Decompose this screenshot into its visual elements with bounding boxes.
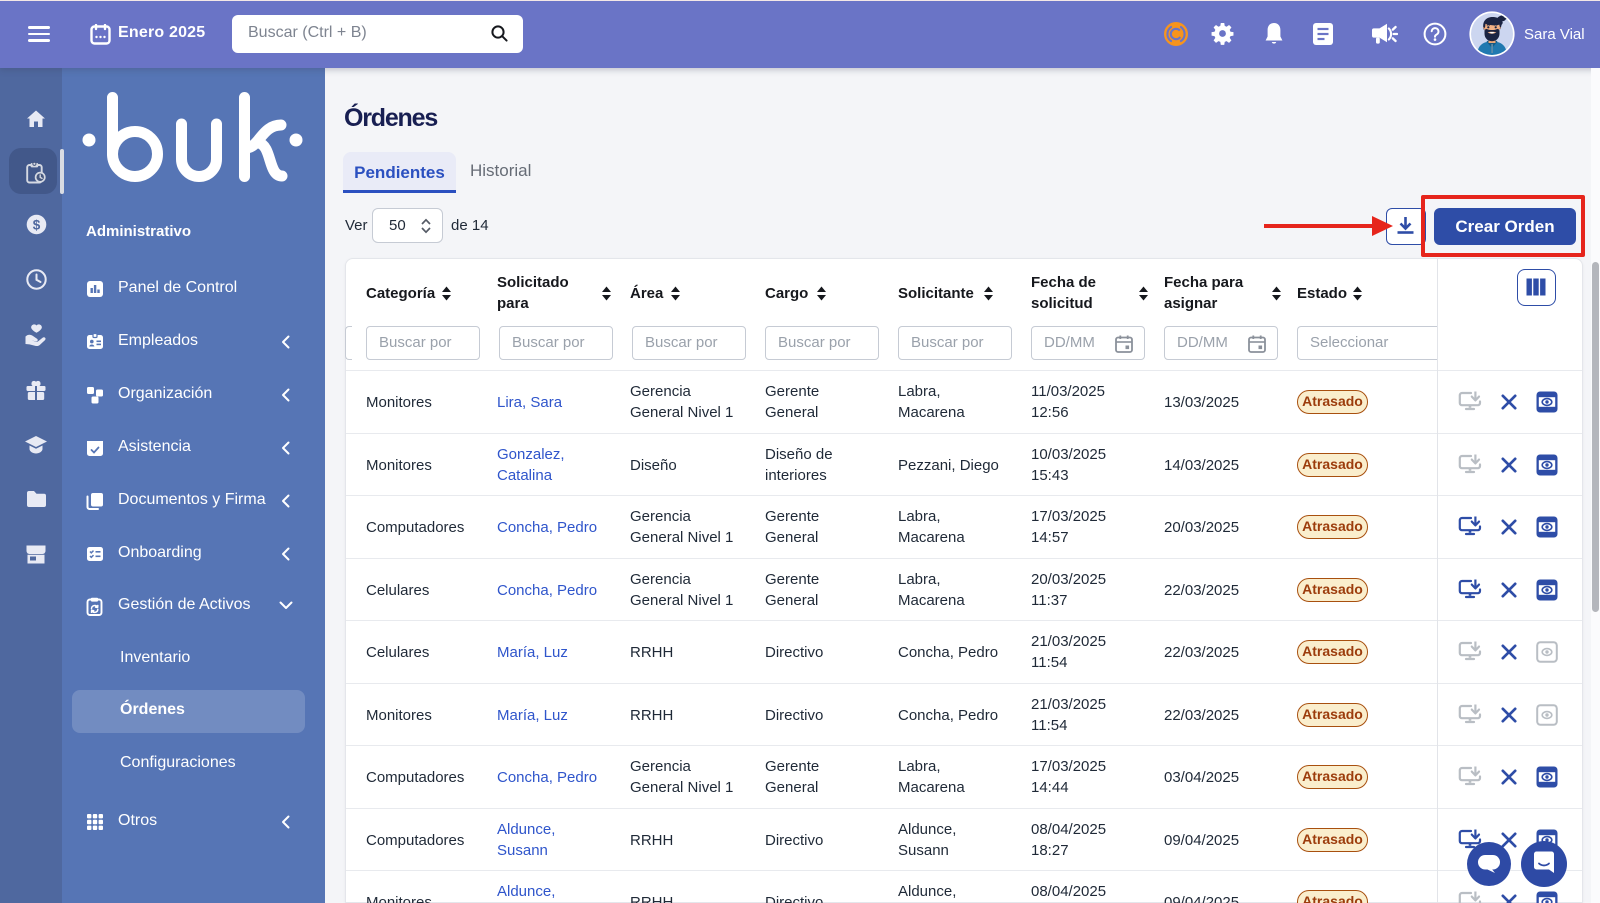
svg-text:$: $: [33, 217, 41, 232]
